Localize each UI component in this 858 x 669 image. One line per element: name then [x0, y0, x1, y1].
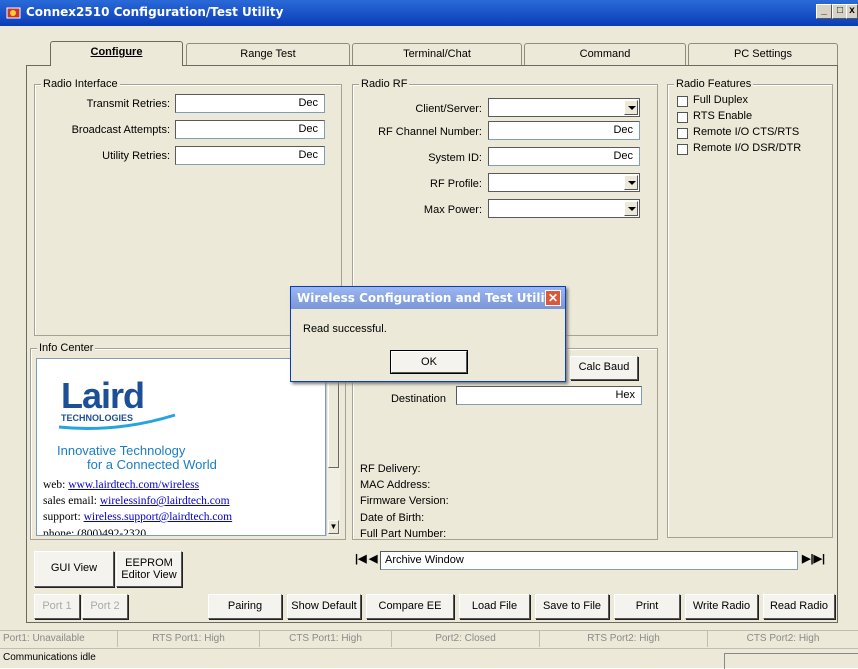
status-cts-port2: CTS Port2: High [708, 630, 858, 647]
rf-channel-field[interactable]: Dec [488, 121, 640, 140]
chevron-down-icon[interactable] [624, 201, 638, 216]
archive-last-icon[interactable]: ▶|▶| [802, 552, 834, 567]
utility-retries-label: Utility Retries: [102, 150, 170, 162]
support-line: support: wireless.support@lairdtech.com [43, 511, 233, 523]
load-file-button[interactable]: Load File [459, 594, 530, 619]
write-radio-button[interactable]: Write Radio [685, 594, 758, 619]
destination-field[interactable]: Hex [456, 386, 642, 405]
sales-email-link[interactable]: wirelessinfo@lairdtech.com [100, 495, 230, 507]
status-port2: Port2: Closed [392, 630, 540, 647]
support-email-link[interactable]: wireless.support@lairdtech.com [84, 511, 233, 523]
app-window: Connex2510 Configuration/Test Utility _ … [0, 0, 858, 669]
transmit-retries-label: Transmit Retries: [86, 98, 170, 110]
status-rts-port1: RTS Port1: High [118, 630, 260, 647]
tab-terminal-chat[interactable]: Terminal/Chat [352, 43, 522, 65]
minimize-icon[interactable]: _ [816, 4, 832, 19]
title-bar[interactable]: Connex2510 Configuration/Test Utility _ … [0, 0, 858, 26]
tab-command[interactable]: Command [524, 43, 686, 65]
remote-io-cts-rts-label: Remote I/O CTS/RTS [693, 126, 800, 138]
info-center-content: Laird TECHNOLOGIES Innovative Technology… [36, 358, 326, 536]
rts-enable-checkbox[interactable] [677, 112, 688, 123]
rf-delivery-label: RF Delivery: [360, 463, 421, 475]
web-link[interactable]: www.lairdtech.com/wireless [68, 479, 199, 491]
info-center-title: Info Center [37, 342, 96, 354]
phone-line: phone: (800)492-2320 [43, 528, 147, 536]
app-icon [6, 7, 21, 19]
radio-rf-title: Radio RF [359, 78, 410, 90]
mac-address-label: MAC Address: [360, 479, 431, 491]
laird-swoosh-icon [58, 413, 176, 430]
tagline-2: for a Connected World [87, 457, 217, 472]
transmit-retries-field[interactable]: Dec [175, 94, 325, 113]
tab-pc-settings[interactable]: PC Settings [688, 43, 838, 65]
tagline-1: Innovative Technology [57, 443, 186, 458]
archive-first-icon[interactable]: |◀ [355, 552, 368, 567]
close-icon[interactable]: ✕ [545, 290, 561, 306]
port2-button[interactable]: Port 2 [82, 594, 128, 619]
firmware-version-label: Firmware Version: [360, 495, 449, 507]
calc-baud-button[interactable]: Calc Baud [570, 356, 638, 380]
message-dialog: Wireless Configuration and Test Utility … [290, 286, 566, 382]
chevron-down-icon[interactable] [624, 175, 638, 190]
port1-button[interactable]: Port 1 [34, 594, 80, 619]
eeprom-editor-view-button[interactable]: EEPROM Editor View [116, 551, 182, 587]
full-part-number-label: Full Part Number: [360, 528, 447, 540]
status-cts-port1: CTS Port1: High [260, 630, 392, 647]
read-radio-button[interactable]: Read Radio [763, 594, 835, 619]
radio-interface-title: Radio Interface [41, 78, 120, 90]
show-default-button[interactable]: Show Default [287, 594, 361, 619]
window-title: Connex2510 Configuration/Test Utility [26, 5, 284, 19]
full-duplex-label: Full Duplex [693, 94, 749, 106]
full-duplex-checkbox[interactable] [677, 96, 688, 107]
gui-view-button[interactable]: GUI View [34, 551, 114, 587]
status-rts-port2: RTS Port2: High [540, 630, 708, 647]
max-power-label: Max Power: [423, 204, 482, 216]
client-server-select[interactable] [488, 98, 640, 117]
print-button[interactable]: Print [614, 594, 680, 619]
close-icon[interactable]: x [846, 4, 858, 19]
radio-features-title: Radio Features [674, 78, 754, 90]
dialog-title-bar[interactable]: Wireless Configuration and Test Utility [291, 287, 565, 309]
status-progress-area [724, 653, 858, 669]
ok-button[interactable]: OK [391, 351, 467, 373]
rf-channel-label: RF Channel Number: [378, 126, 482, 138]
scroll-down-icon[interactable]: ▼ [328, 520, 339, 534]
info-scrollbar[interactable]: ▼ [326, 358, 340, 536]
broadcast-attempts-field[interactable]: Dec [175, 120, 325, 139]
remote-io-dsr-dtr-checkbox[interactable] [677, 144, 688, 155]
system-id-label: System ID: [428, 152, 482, 164]
remote-io-cts-rts-checkbox[interactable] [677, 128, 688, 139]
utility-retries-field[interactable]: Dec [175, 146, 325, 165]
web-line: web: www.lairdtech.com/wireless [43, 479, 200, 491]
destination-label: Destination [390, 393, 446, 405]
pairing-button[interactable]: Pairing [208, 594, 282, 619]
status-port1: Port1: Unavailable [0, 630, 118, 647]
date-of-birth-label: Date of Birth: [360, 512, 425, 524]
remote-io-dsr-dtr-label: Remote I/O DSR/DTR [693, 142, 802, 154]
max-power-select[interactable] [488, 199, 640, 218]
broadcast-attempts-label: Broadcast Attempts: [71, 124, 170, 136]
client-server-label: Client/Server: [415, 103, 482, 115]
archive-window-field[interactable]: Archive Window [380, 551, 798, 570]
system-id-field[interactable]: Dec [488, 147, 640, 166]
status-line: Communications idle [0, 648, 858, 669]
archive-prev-icon[interactable]: ◀ [369, 552, 379, 567]
sales-line: sales email: wirelessinfo@lairdtech.com [43, 495, 230, 507]
laird-logo: Laird [61, 375, 145, 416]
rts-enable-label: RTS Enable [693, 110, 753, 122]
tab-range-test[interactable]: Range Test [186, 43, 350, 65]
tab-configure[interactable]: Configure [50, 41, 183, 66]
save-to-file-button[interactable]: Save to File [535, 594, 609, 619]
rf-profile-label: RF Profile: [430, 178, 482, 190]
chevron-down-icon[interactable] [624, 100, 638, 115]
dialog-message: Read successful. [303, 323, 387, 335]
rf-profile-select[interactable] [488, 173, 640, 192]
compare-ee-button[interactable]: Compare EE [366, 594, 454, 619]
